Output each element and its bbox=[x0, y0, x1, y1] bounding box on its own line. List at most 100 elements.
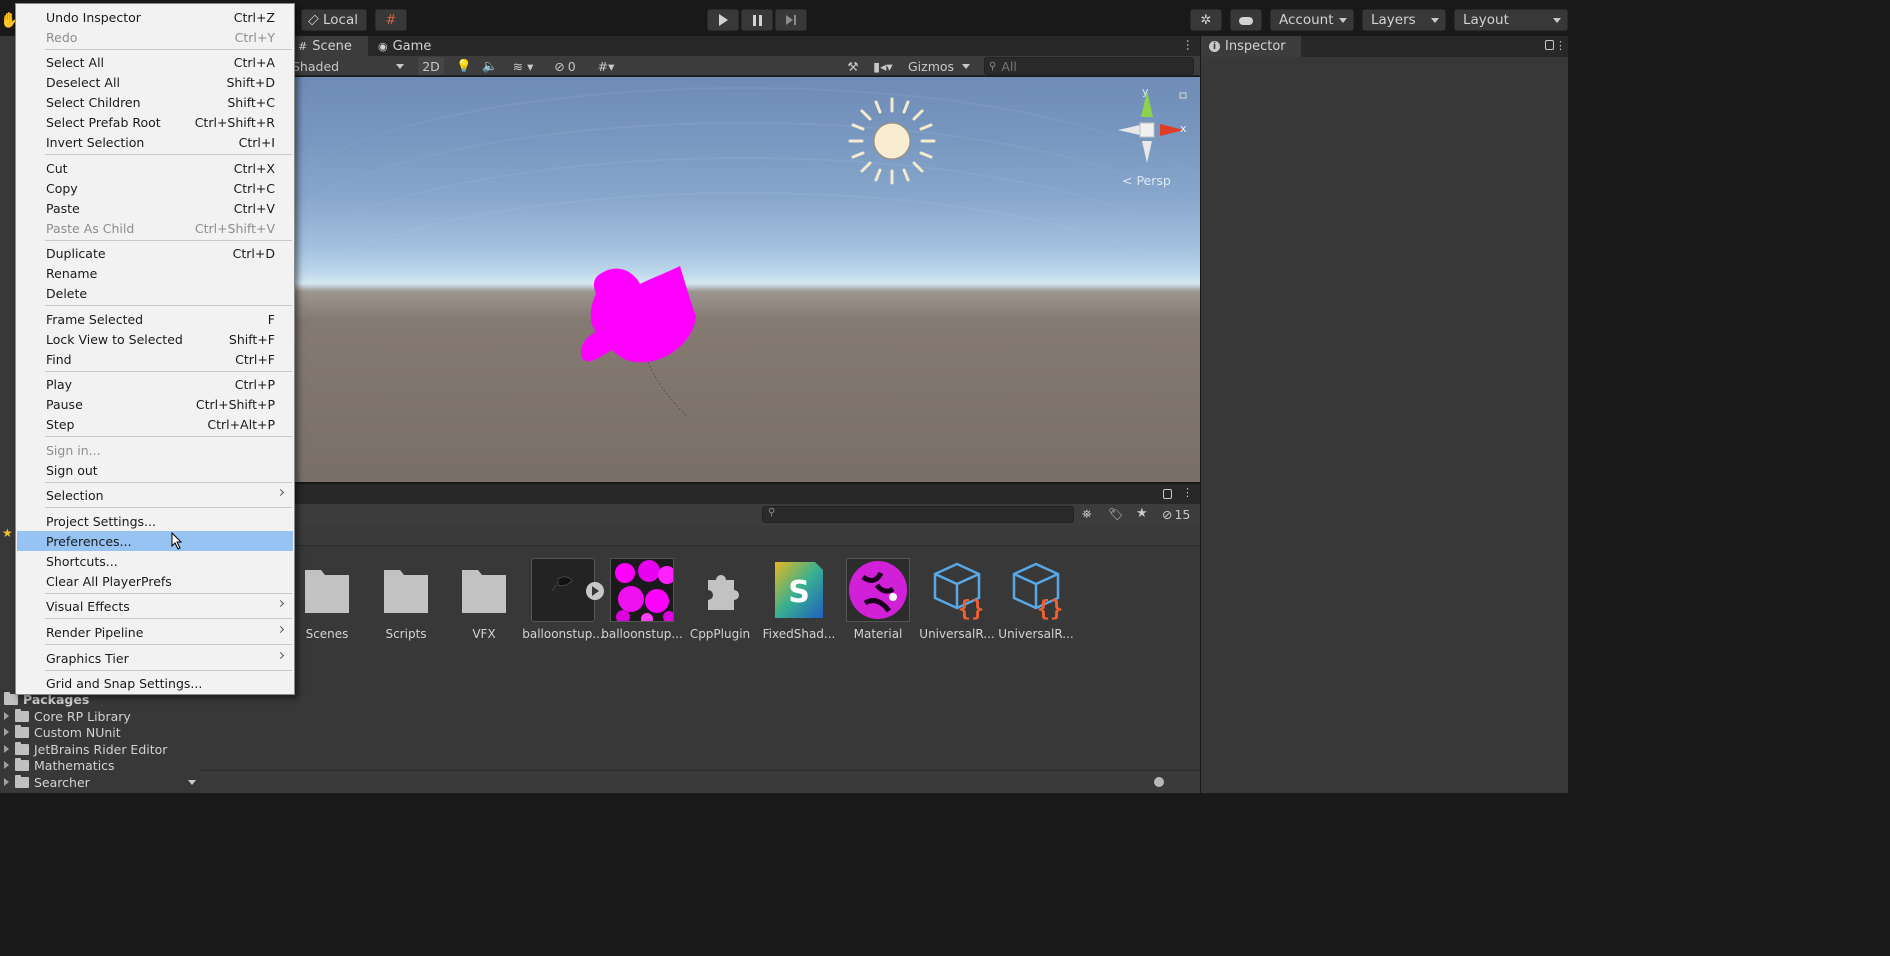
project-search-field[interactable]: ⚲ bbox=[762, 506, 1074, 523]
menu-item-render-pipeline[interactable]: Render Pipeline bbox=[17, 622, 293, 642]
layers-dropdown[interactable]: Layers bbox=[1362, 9, 1446, 31]
expand-arrow-icon[interactable] bbox=[4, 745, 9, 753]
more-options-icon[interactable]: ⋮ bbox=[1182, 486, 1193, 499]
tree-item-custom-nunit[interactable]: Custom NUnit bbox=[0, 724, 121, 740]
asset-item[interactable]: CppPlugin bbox=[685, 558, 755, 642]
tree-item-core-rp-library[interactable]: Core RP Library bbox=[0, 708, 131, 724]
step-button[interactable] bbox=[775, 9, 807, 31]
menu-item-step[interactable]: Step Ctrl+Alt+P bbox=[17, 414, 293, 434]
asset-item[interactable]: S FixedShad... bbox=[763, 558, 835, 642]
menu-item-rename[interactable]: Rename bbox=[17, 263, 293, 283]
lock-icon[interactable] bbox=[1545, 40, 1554, 50]
layout-dropdown[interactable]: Layout bbox=[1454, 9, 1568, 31]
tools-icon[interactable]: ⚒ bbox=[843, 57, 863, 75]
menu-item-label: Render Pipeline bbox=[46, 624, 144, 640]
toggle-2d-button[interactable]: 2D bbox=[418, 57, 444, 75]
expand-prefab-icon[interactable] bbox=[586, 582, 604, 600]
asset-item[interactable]: balloonstup... bbox=[522, 558, 604, 642]
menu-item-paste[interactable]: Paste Ctrl+V bbox=[17, 198, 293, 218]
effects-toggle-icon[interactable]: ≋ ▾ bbox=[506, 57, 540, 75]
tree-item-searcher[interactable]: Searcher bbox=[0, 774, 90, 790]
asset-item[interactable]: {} UniversalR... bbox=[919, 558, 995, 642]
menu-item-redo[interactable]: Redo Ctrl+Y bbox=[17, 27, 293, 47]
asset-item[interactable]: Scenes bbox=[292, 558, 362, 642]
draw-mode-dropdown[interactable]: Shaded bbox=[290, 57, 410, 75]
zoom-slider-handle[interactable] bbox=[1154, 777, 1164, 787]
projection-toggle[interactable]: < Persp bbox=[1122, 173, 1171, 188]
menu-item-invert-selection[interactable]: Invert Selection Ctrl+I bbox=[17, 132, 293, 152]
favorite-star-icon[interactable]: ★ bbox=[1136, 506, 1148, 521]
menu-item-find[interactable]: Find Ctrl+F bbox=[17, 349, 293, 369]
expand-arrow-icon[interactable] bbox=[4, 761, 9, 769]
pause-button[interactable] bbox=[741, 9, 773, 31]
menu-item-graphics-tier[interactable]: Graphics Tier bbox=[17, 648, 293, 668]
menu-item-frame-selected[interactable]: Frame Selected F bbox=[17, 309, 293, 329]
gizmos-dropdown[interactable]: Gizmos bbox=[904, 57, 976, 75]
menu-item-grid-and-snap-settings[interactable]: Grid and Snap Settings... bbox=[17, 673, 293, 693]
expand-arrow-icon[interactable] bbox=[4, 728, 9, 736]
hidden-objects-toggle[interactable]: ⊘ 0 bbox=[548, 57, 582, 75]
menu-item-preferences[interactable]: Preferences... bbox=[17, 531, 293, 551]
tab-inspector[interactable]: i Inspector bbox=[1201, 36, 1301, 57]
audio-toggle-icon[interactable]: 🔈 bbox=[480, 57, 500, 75]
scene-search-field[interactable]: ⚲ All bbox=[984, 57, 1194, 75]
hidden-packages-toggle[interactable]: ⊘ 15 bbox=[1162, 507, 1190, 522]
more-options-icon[interactable]: ⋮ bbox=[1555, 39, 1566, 52]
menu-item-shortcuts[interactable]: Shortcuts... bbox=[17, 551, 293, 571]
layout-label: Layout bbox=[1463, 12, 1509, 28]
grid-snap-button[interactable]: # bbox=[375, 9, 407, 31]
tab-scene[interactable]: # Scene bbox=[290, 36, 368, 57]
menu-item-pause[interactable]: Pause Ctrl+Shift+P bbox=[17, 394, 293, 414]
scene-viewport[interactable]: y x < Persp bbox=[290, 77, 1200, 482]
tab-game[interactable]: ◉ Game bbox=[370, 36, 438, 57]
pivot-rotation-dropdown[interactable]: Local bbox=[301, 9, 367, 31]
menu-item-lock-view-to-selected[interactable]: Lock View to Selected Shift+F bbox=[17, 329, 293, 349]
search-by-label-icon[interactable]: 🏷 bbox=[1108, 507, 1123, 521]
asset-item[interactable]: Scripts bbox=[371, 558, 441, 642]
menu-item-label: Sign in... bbox=[46, 442, 101, 458]
menu-item-selection[interactable]: Selection bbox=[17, 485, 293, 505]
tree-item-jetbrains-rider-editor[interactable]: JetBrains Rider Editor bbox=[0, 741, 167, 757]
balloon-object[interactable] bbox=[578, 262, 708, 422]
menu-item-duplicate[interactable]: Duplicate Ctrl+D bbox=[17, 243, 293, 263]
grid-toggle-icon[interactable]: #▾ bbox=[588, 57, 624, 75]
menu-item-project-settings[interactable]: Project Settings... bbox=[17, 511, 293, 531]
lighting-toggle-icon[interactable]: 💡 bbox=[454, 57, 474, 75]
play-button[interactable] bbox=[707, 9, 739, 31]
scene-search-placeholder: All bbox=[1001, 58, 1017, 74]
menu-item-deselect-all[interactable]: Deselect All Shift+D bbox=[17, 72, 293, 92]
expand-arrow-icon[interactable] bbox=[4, 712, 9, 720]
services-button[interactable]: ✲ bbox=[1190, 9, 1222, 31]
menu-item-select-prefab-root[interactable]: Select Prefab Root Ctrl+Shift+R bbox=[17, 112, 293, 132]
more-options-icon[interactable]: ⋯ bbox=[1181, 39, 1195, 51]
menu-item-visual-effects[interactable]: Visual Effects bbox=[17, 596, 293, 616]
camera-settings-icon[interactable]: ▮◂▾ bbox=[868, 57, 898, 75]
menu-item-paste-as-child[interactable]: Paste As Child Ctrl+Shift+V bbox=[17, 218, 293, 238]
asset-label: FixedShad... bbox=[762, 627, 836, 641]
expand-arrow-icon[interactable] bbox=[4, 778, 9, 786]
scroll-down-arrow-icon[interactable] bbox=[188, 780, 196, 785]
asset-item[interactable]: balloonstup... bbox=[601, 558, 683, 642]
folder-icon bbox=[15, 708, 29, 722]
menu-item-select-children[interactable]: Select Children Shift+C bbox=[17, 92, 293, 112]
cloud-button[interactable] bbox=[1230, 9, 1262, 31]
inspector-tab-bar: i Inspector ⋮ bbox=[1201, 36, 1568, 57]
account-dropdown[interactable]: Account bbox=[1270, 9, 1354, 31]
directional-light-icon[interactable] bbox=[848, 97, 936, 185]
menu-item-copy[interactable]: Copy Ctrl+C bbox=[17, 178, 293, 198]
asset-item[interactable]: Material bbox=[843, 558, 913, 642]
menu-item-sign-out[interactable]: Sign out bbox=[17, 460, 293, 480]
menu-item-cut[interactable]: Cut Ctrl+X bbox=[17, 158, 293, 178]
menu-item-delete[interactable]: Delete bbox=[17, 283, 293, 303]
asset-item[interactable]: {} UniversalR... bbox=[998, 558, 1074, 642]
hand-tool-icon[interactable]: ✋ bbox=[0, 11, 19, 29]
tree-item-mathematics[interactable]: Mathematics bbox=[0, 757, 115, 773]
asset-item[interactable]: VFX bbox=[449, 558, 519, 642]
search-by-type-icon[interactable]: ⛯ bbox=[1082, 507, 1092, 522]
menu-item-undo-inspector[interactable]: Undo Inspector Ctrl+Z bbox=[17, 7, 293, 27]
menu-item-clear-all-playerprefs[interactable]: Clear All PlayerPrefs bbox=[17, 571, 293, 591]
menu-item-select-all[interactable]: Select All Ctrl+A bbox=[17, 52, 293, 72]
menu-item-play[interactable]: Play Ctrl+P bbox=[17, 374, 293, 394]
menu-item-sign-in[interactable]: Sign in... bbox=[17, 440, 293, 460]
lock-icon[interactable] bbox=[1163, 489, 1172, 499]
